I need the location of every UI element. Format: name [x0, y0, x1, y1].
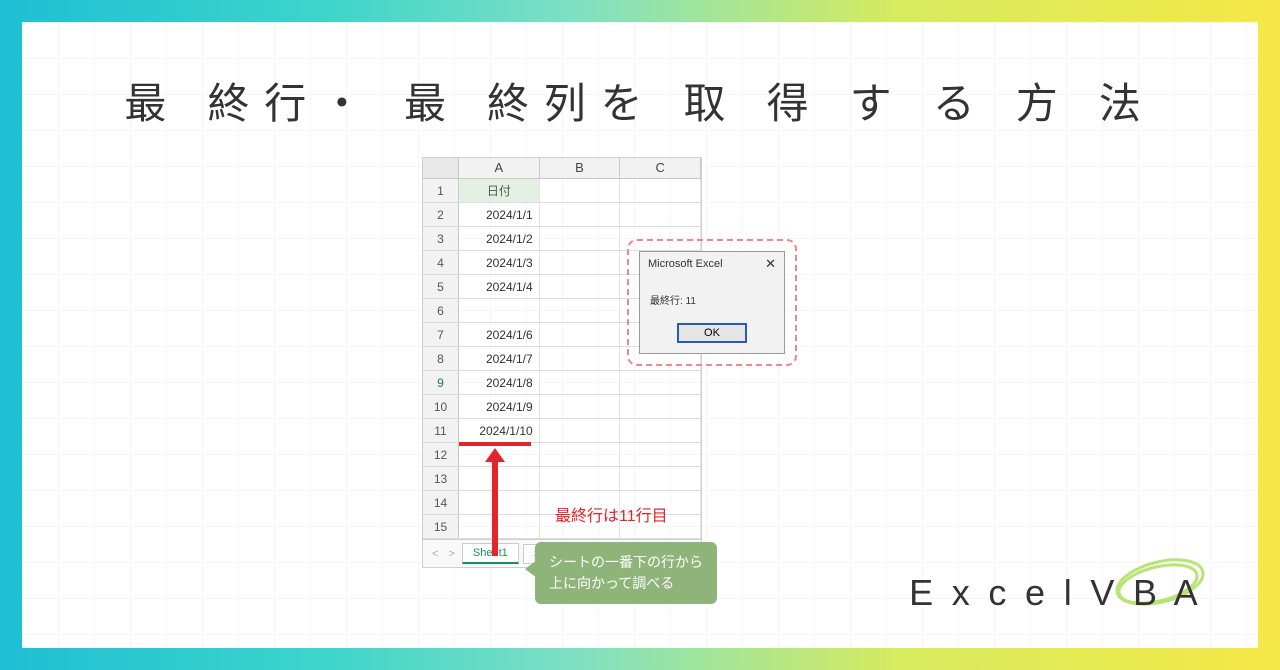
msgbox-body: 最終行: 11 [640, 276, 784, 319]
cell[interactable]: 2024/1/2 [459, 227, 540, 250]
row-header[interactable]: 9 [423, 371, 459, 394]
cell[interactable]: 2024/1/1 [459, 203, 540, 226]
cell[interactable] [620, 467, 701, 490]
cell[interactable] [459, 515, 540, 538]
title-highlight: 列 [544, 70, 601, 131]
bubble-line: シートの一番下の行から [549, 552, 703, 573]
table-row: 22024/1/1 [423, 203, 701, 227]
cell[interactable] [540, 227, 621, 250]
cell[interactable]: 2024/1/6 [459, 323, 540, 346]
cell[interactable]: 2024/1/10 [459, 419, 540, 442]
cell[interactable]: 2024/1/8 [459, 371, 540, 394]
table-row: 112024/1/10 [423, 419, 701, 443]
nav-next-icon[interactable]: > [445, 548, 457, 560]
cell[interactable]: 2024/1/3 [459, 251, 540, 274]
cell[interactable]: 日付 [459, 179, 540, 202]
msgbox: Microsoft Excel ✕ 最終行: 11 OK [639, 251, 785, 354]
table-row: 1日付 [423, 179, 701, 203]
row-header[interactable]: 15 [423, 515, 459, 538]
arrow-up-icon [492, 458, 498, 556]
cell[interactable] [459, 491, 540, 514]
cell[interactable] [620, 443, 701, 466]
cell[interactable] [540, 251, 621, 274]
logo-text: E x c e l V B A [909, 572, 1202, 614]
row-header[interactable]: 5 [423, 275, 459, 298]
cell[interactable] [540, 203, 621, 226]
bubble-line: 上に向かって調べる [549, 573, 703, 594]
cell[interactable] [620, 395, 701, 418]
cell[interactable] [540, 179, 621, 202]
cell[interactable] [540, 467, 621, 490]
sheet-tab-1[interactable]: Sheet1 [462, 543, 519, 564]
cell[interactable] [620, 371, 701, 394]
page-title: 最 終行・ 最 終列を 取 得 す る 方 法 [22, 70, 1258, 131]
cell[interactable]: 2024/1/9 [459, 395, 540, 418]
cell[interactable] [540, 395, 621, 418]
cell[interactable] [540, 371, 621, 394]
cell[interactable] [540, 443, 621, 466]
row-header[interactable]: 13 [423, 467, 459, 490]
row-header[interactable]: 1 [423, 179, 459, 202]
row-header[interactable]: 11 [423, 419, 459, 442]
row-header[interactable]: 3 [423, 227, 459, 250]
table-row: 13 [423, 467, 701, 491]
row-header[interactable]: 4 [423, 251, 459, 274]
select-all-corner[interactable] [423, 158, 459, 178]
title-part: を 取 得 す る 方 法 [600, 70, 1155, 131]
cell[interactable] [540, 275, 621, 298]
cell[interactable]: 2024/1/4 [459, 275, 540, 298]
cell[interactable] [620, 419, 701, 442]
title-highlight: 行 [264, 70, 321, 131]
cell[interactable] [540, 323, 621, 346]
speech-bubble: シートの一番下の行から 上に向かって調べる [535, 542, 717, 604]
title-part: ・ 最 終 [321, 70, 544, 131]
col-header-b[interactable]: B [540, 158, 621, 178]
ok-button[interactable]: OK [677, 323, 747, 343]
row-header[interactable]: 6 [423, 299, 459, 322]
nav-prev-icon[interactable]: < [429, 548, 441, 560]
annotation-lastrow: 最終行は11行目 [555, 502, 668, 526]
title-part: 最 終 [124, 70, 264, 131]
row-header[interactable]: 10 [423, 395, 459, 418]
cell[interactable] [459, 467, 540, 490]
close-icon[interactable]: ✕ [765, 256, 776, 272]
row-header[interactable]: 14 [423, 491, 459, 514]
cell[interactable] [540, 419, 621, 442]
msgbox-highlight: Microsoft Excel ✕ 最終行: 11 OK [627, 239, 797, 366]
table-row: 102024/1/9 [423, 395, 701, 419]
cell[interactable] [540, 347, 621, 370]
last-row-underline [459, 442, 531, 446]
cell[interactable] [620, 203, 701, 226]
table-row: 92024/1/8 [423, 371, 701, 395]
row-header[interactable]: 12 [423, 443, 459, 466]
row-header[interactable]: 8 [423, 347, 459, 370]
cell[interactable] [459, 299, 540, 322]
msgbox-title: Microsoft Excel [648, 258, 723, 270]
col-header-a[interactable]: A [459, 158, 540, 178]
table-row: 12 [423, 443, 701, 467]
cell[interactable] [620, 179, 701, 202]
col-header-c[interactable]: C [620, 158, 701, 178]
row-header[interactable]: 2 [423, 203, 459, 226]
row-header[interactable]: 7 [423, 323, 459, 346]
cell[interactable] [540, 299, 621, 322]
cell[interactable]: 2024/1/7 [459, 347, 540, 370]
